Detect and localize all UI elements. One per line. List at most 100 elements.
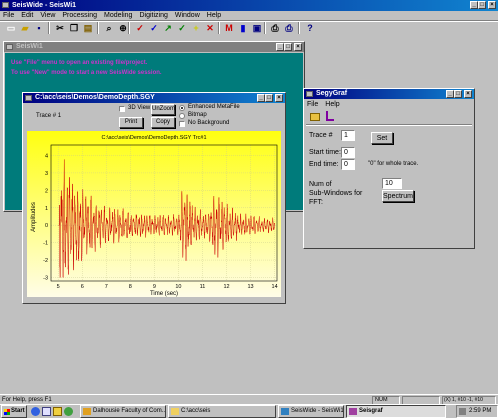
graph-icon[interactable]: [326, 111, 334, 121]
taskbar-task[interactable]: C:\acc\seis: [168, 405, 276, 418]
check-blue-icon[interactable]: ✓: [147, 21, 161, 35]
floppy-icon[interactable]: ▣: [250, 21, 264, 35]
help-icon[interactable]: ?: [303, 21, 317, 35]
hint-line-1: Use "File" menu to open an existing file…: [11, 60, 148, 66]
toolbar-separator: [97, 22, 99, 34]
segygraf-menu-help[interactable]: Help: [325, 100, 339, 110]
new-icon[interactable]: ▭: [4, 21, 18, 35]
print-button[interactable]: Print: [119, 117, 143, 128]
segygraf-menu-file[interactable]: File: [307, 100, 318, 110]
y-tick-label: -1: [43, 241, 48, 247]
open-folder-icon[interactable]: [310, 113, 320, 121]
task-icon: [171, 408, 179, 415]
save-icon[interactable]: ▪: [32, 21, 46, 35]
y-tick-label: 2: [45, 188, 48, 194]
y-axis-label: Amplitudes: [31, 202, 37, 232]
y-tick-label: 3: [45, 171, 48, 177]
x-tick-label: 12: [223, 284, 229, 290]
seiswi-minimize-button[interactable]: _: [276, 43, 284, 51]
segygraf-minimize-button[interactable]: _: [446, 90, 454, 98]
maximize-button[interactable]: □: [478, 1, 486, 9]
hint-line-2: To use "New" mode to start a new SeisWid…: [11, 70, 162, 76]
segygraf-close-button[interactable]: ×: [464, 90, 472, 98]
paste-icon[interactable]: ▤: [81, 21, 95, 35]
open-icon[interactable]: ▰: [18, 21, 32, 35]
start-time-input[interactable]: 0: [341, 147, 355, 158]
chart-title: C:\acc\seis\Demos\DemoDepth.SGY Trc#1: [101, 135, 206, 141]
trace-window: C:\acc\seis\Demos\DemoDepth.SGY _ □ × Tr…: [22, 92, 286, 304]
task-icon: [83, 408, 91, 415]
taskbar-task[interactable]: SeisWide - SeisWi1: [278, 405, 344, 418]
arrow-icon[interactable]: ↗: [161, 21, 175, 35]
toolbar-separator: [128, 22, 130, 34]
seiswi-close-button[interactable]: ×: [294, 43, 302, 51]
x-tick-label: 8: [129, 284, 132, 290]
num-subwindows-label-1: Num of: [309, 181, 332, 188]
tray-icon[interactable]: [459, 408, 466, 415]
num-subwindows-input[interactable]: 10: [382, 178, 402, 189]
start-button[interactable]: Start: [1, 405, 27, 418]
view-3d-checkbox[interactable]: [119, 106, 125, 112]
y-tick-label: 1: [45, 206, 48, 212]
enhanced-metafile-label: Enhanced MetaFile: [188, 104, 240, 110]
outlook-icon[interactable]: [53, 407, 62, 416]
trace-number-input[interactable]: 1: [341, 130, 355, 141]
set-button[interactable]: Set: [371, 132, 393, 144]
x-tick-label: 9: [153, 284, 156, 290]
num-subwindows-label-2: Sub-Windows for: [309, 190, 363, 197]
segygraf-window: SegyGraf _ □ × File Help Trace # 1 Set St…: [303, 88, 475, 249]
segygraf-maximize-button[interactable]: □: [454, 90, 462, 98]
doc-icon: [25, 95, 32, 101]
check-red-icon[interactable]: ✓: [133, 21, 147, 35]
segygraf-title-bar: SegyGraf _ □ ×: [304, 89, 474, 99]
plus-icon[interactable]: +: [189, 21, 203, 35]
x-tick-label: 7: [105, 284, 108, 290]
media-icon[interactable]: [64, 407, 73, 416]
trace-amplitude-chart[interactable]: C:\acc\seis\Demos\DemoDepth.SGY Trc#1 5 6…: [27, 131, 281, 297]
enhanced-metafile-radio[interactable]: [179, 105, 185, 111]
spectrum-button[interactable]: Spectrum: [382, 190, 414, 202]
color-bar-icon[interactable]: ▮: [236, 21, 250, 35]
chart-background: [27, 131, 281, 297]
toolbar-separator: [48, 22, 50, 34]
trace-window-title: C:\acc\seis\Demos\DemoDepth.SGY: [35, 94, 155, 101]
trace-maximize-button[interactable]: □: [265, 94, 273, 102]
x-tick-label: 14: [272, 284, 278, 290]
seiswi-maximize-button[interactable]: □: [284, 43, 292, 51]
unzoom-button[interactable]: UnZoom: [151, 104, 175, 115]
trace-minimize-button[interactable]: _: [257, 94, 265, 102]
y-tick-label: -2: [43, 258, 48, 264]
cut-icon[interactable]: ✂: [53, 21, 67, 35]
ie-icon[interactable]: [31, 407, 40, 416]
end-time-input[interactable]: 0: [341, 159, 355, 170]
m-icon[interactable]: M: [222, 21, 236, 35]
close-button[interactable]: ×: [488, 1, 496, 9]
copy-icon[interactable]: ❐: [67, 21, 81, 35]
app-icon: [2, 2, 9, 8]
toolbar-separator: [264, 22, 266, 34]
trace-title-bar: C:\acc\seis\Demos\DemoDepth.SGY _ □ ×: [23, 93, 285, 103]
no-background-checkbox[interactable]: [179, 121, 185, 127]
print-preview-icon[interactable]: ⎙: [282, 21, 296, 35]
task-icon: [281, 408, 289, 415]
taskbar-task[interactable]: Seisgraf: [346, 405, 446, 418]
task-label: SeisWide - SeisWi1: [291, 408, 344, 414]
minimize-button[interactable]: _: [470, 1, 478, 9]
check-green-icon[interactable]: ✓: [175, 21, 189, 35]
start-time-label: Start time:: [309, 149, 341, 156]
taskbar-task[interactable]: Dalhousie Faculty of Com...: [80, 405, 166, 418]
x-tick-label: 5: [57, 284, 60, 290]
copy-button[interactable]: Copy: [151, 117, 175, 128]
trace-close-button[interactable]: ×: [275, 94, 283, 102]
zoom-icon[interactable]: ⌕: [102, 21, 116, 35]
clock: 2:59 PM: [469, 408, 492, 414]
trace-number-label: Trace #: [309, 132, 333, 139]
print-icon[interactable]: ⎙: [268, 21, 282, 35]
desktop-icon[interactable]: [42, 407, 51, 416]
view-3d-label: 3D View: [128, 105, 151, 111]
task-label: C:\acc\seis: [181, 408, 211, 414]
x-axis-label: Time (sec): [150, 291, 178, 297]
bitmap-radio[interactable]: [179, 113, 185, 119]
cross-icon[interactable]: ✕: [203, 21, 217, 35]
x-tick-label: 11: [200, 284, 206, 290]
